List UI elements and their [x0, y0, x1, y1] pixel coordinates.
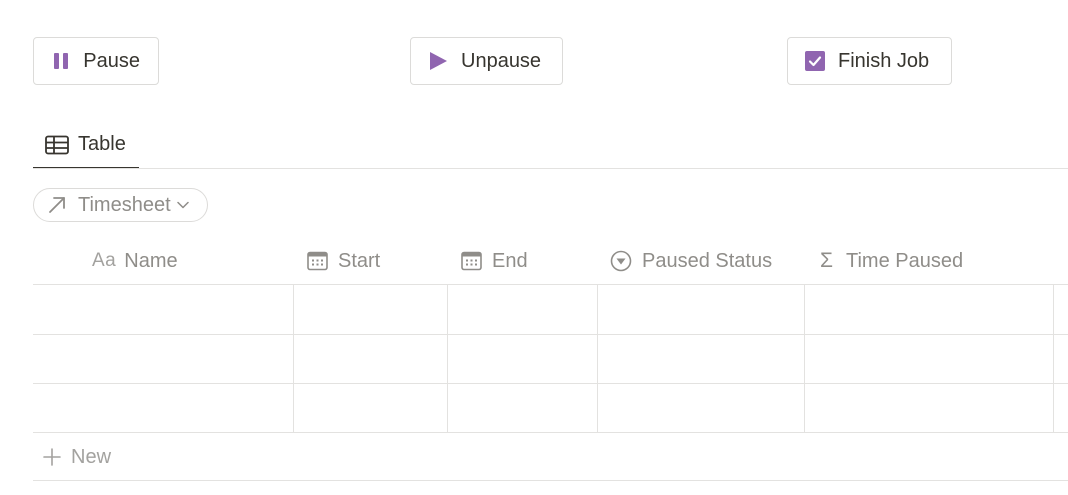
column-divider: [1053, 285, 1054, 433]
play-icon: [428, 51, 448, 71]
column-time-paused-label: Time Paused: [845, 249, 964, 272]
column-header-time-paused[interactable]: Σ Time Paused: [820, 243, 963, 279]
table-icon: [45, 135, 69, 155]
pause-icon: [51, 51, 70, 71]
unpause-button[interactable]: Unpause: [410, 37, 563, 85]
arrow-up-right-icon: [48, 196, 66, 214]
formula-sigma-icon: Σ: [820, 249, 833, 272]
select-dropdown-icon: [610, 250, 632, 272]
column-divider: [447, 285, 448, 433]
column-start-label: Start: [338, 249, 381, 272]
column-end-label: End: [492, 249, 528, 272]
pause-button[interactable]: Pause: [33, 37, 159, 85]
unpause-label: Unpause: [461, 49, 542, 72]
new-row-label: New: [71, 445, 112, 468]
column-paused-status-label: Paused Status: [642, 249, 773, 272]
finish-job-label: Finish Job: [838, 49, 930, 72]
calendar-icon: [461, 251, 482, 271]
calendar-icon: [307, 251, 328, 271]
chevron-down-icon: [176, 201, 189, 209]
tab-table-label: Table: [78, 133, 126, 155]
column-divider: [293, 285, 294, 433]
column-name-label: Name: [124, 249, 178, 272]
text-type-icon: Aa: [92, 250, 117, 271]
database-page: Pause Unpause Finish Job Table Timesheet…: [0, 0, 1068, 495]
tab-table[interactable]: Table: [33, 122, 139, 169]
finish-job-button[interactable]: Finish Job: [787, 37, 952, 85]
column-header-paused-status[interactable]: Paused Status: [610, 243, 772, 279]
column-header-end[interactable]: End: [461, 243, 528, 279]
checkbox-checked-icon: [805, 51, 825, 71]
column-divider: [804, 285, 805, 433]
column-header-start[interactable]: Start: [307, 243, 380, 279]
plus-icon: [43, 448, 61, 466]
column-divider: [597, 285, 598, 433]
table-row[interactable]: [33, 335, 1068, 384]
pause-label: Pause: [83, 49, 140, 72]
tab-divider: [33, 168, 1068, 169]
timesheet-filter-label: Timesheet: [78, 193, 171, 216]
table-row[interactable]: [33, 285, 1068, 334]
new-row-button[interactable]: New: [33, 433, 233, 481]
column-header-name[interactable]: Aa Name: [92, 243, 178, 279]
timesheet-relation-filter[interactable]: Timesheet: [33, 188, 208, 222]
table-row[interactable]: [33, 384, 1068, 433]
table-bottom-border: [33, 480, 1068, 481]
